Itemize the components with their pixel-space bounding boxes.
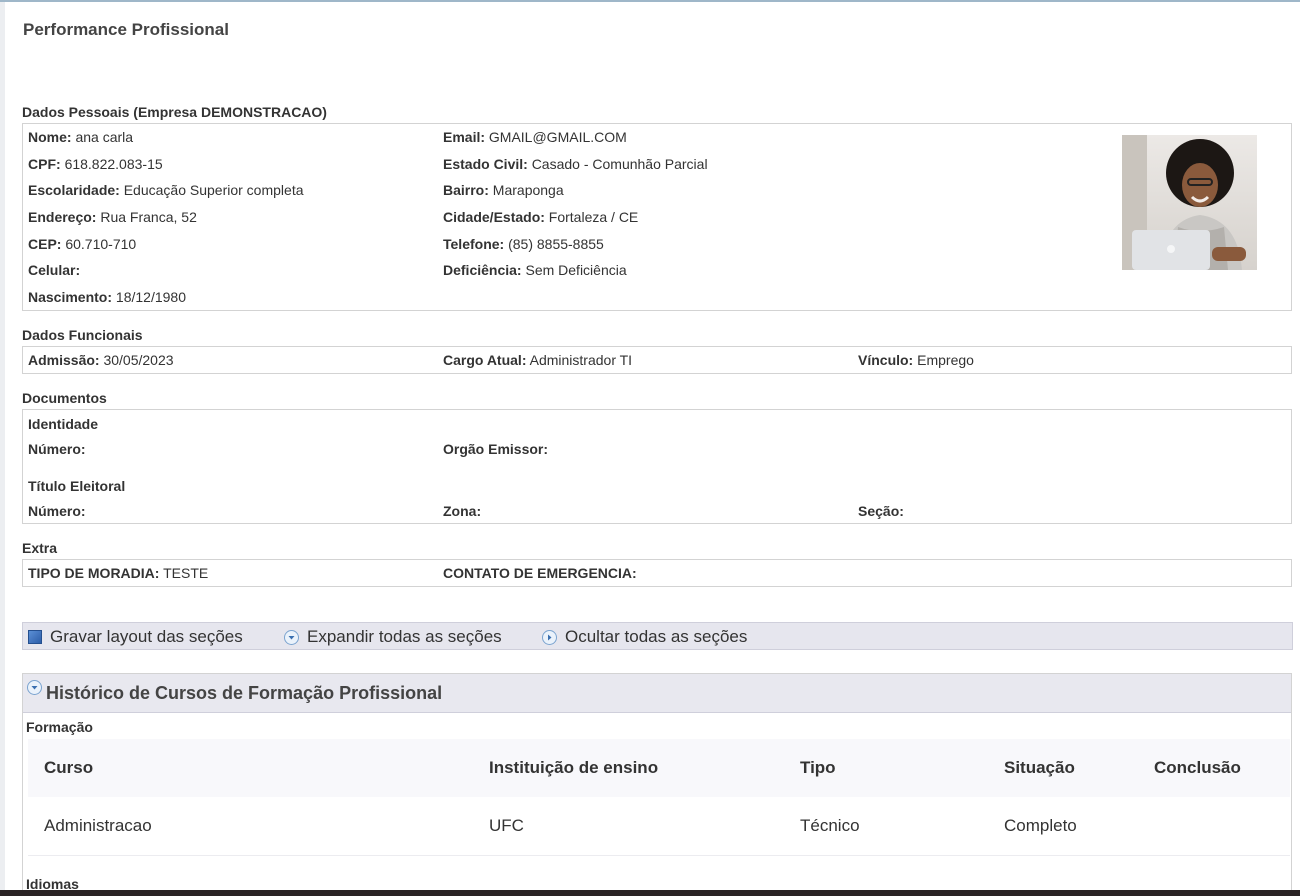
bottom-edge: [0, 890, 1300, 896]
field-contato-emergencia: CONTATO DE EMERGENCIA:: [443, 565, 637, 581]
formacao-label: Formação: [26, 719, 93, 735]
field-tipo-moradia: TIPO DE MORADIA: TESTE: [28, 565, 209, 581]
field-nome: Nome: ana carla: [28, 129, 134, 145]
expand-down-icon: [284, 629, 299, 645]
col-curso[interactable]: Curso: [44, 758, 93, 778]
cell-instituicao: UFC: [489, 816, 524, 835]
subhead-identidade: Identidade: [28, 416, 99, 432]
field-secao: Seção:: [858, 503, 904, 519]
table-row[interactable]: Administracao UFC Técnico Completo: [28, 797, 1290, 856]
field-bairro: Bairro: Maraponga: [443, 182, 564, 198]
historico-panel-header[interactable]: Histórico de Cursos de Formação Profissi…: [23, 674, 1291, 713]
field-vinculo: Vínculo: Emprego: [858, 352, 974, 368]
cell-situacao: Completo: [1004, 816, 1077, 835]
page-title: Performance Profissional: [23, 20, 229, 39]
cell-curso: Administracao: [44, 816, 152, 835]
extra-box: TIPO DE MORADIA: TESTE CONTATO DE EMERGE…: [22, 559, 1292, 587]
field-telefone: Telefone: (85) 8855-8855: [443, 236, 604, 252]
field-escolaridade: Escolaridade: Educação Superior completa: [28, 182, 304, 198]
field-email: Email: GMAIL@GMAIL.COM: [443, 129, 627, 145]
section-title-dados-pessoais: Dados Pessoais (Empresa DEMONSTRACAO): [22, 104, 327, 120]
left-edge: [0, 0, 5, 896]
field-deficiencia: Deficiência: Sem Deficiência: [443, 262, 627, 278]
field-cargo-atual: Cargo Atual: Administrador TI: [443, 352, 633, 368]
field-cep: CEP: 60.710-710: [28, 236, 137, 252]
profile-photo: [1122, 135, 1257, 270]
table-header: Curso Instituição de ensino Tipo Situaçã…: [28, 739, 1290, 797]
dados-pessoais-box: Nome: ana carla CPF: 618.822.083-15 Esco…: [22, 123, 1292, 311]
dados-funcionais-box: Admissão: 30/05/2023 Cargo Atual: Admini…: [22, 346, 1292, 374]
sections-toolbar: Gravar layout das seções Expandir todas …: [22, 622, 1293, 650]
field-estado-civil: Estado Civil: Casado - Comunhão Parcial: [443, 156, 708, 172]
field-orgao-emissor: Orgão Emissor:: [443, 441, 549, 457]
collapse-right-icon: [542, 629, 557, 645]
save-icon: [28, 630, 42, 644]
col-tipo[interactable]: Tipo: [800, 758, 836, 778]
col-conclusao[interactable]: Conclusão: [1154, 758, 1241, 778]
expand-all-button[interactable]: Expandir todas as seções: [284, 626, 502, 648]
col-instituicao[interactable]: Instituição de ensino: [489, 758, 658, 778]
collapse-toggle-icon[interactable]: [27, 680, 42, 695]
field-zona: Zona:: [443, 503, 482, 519]
field-nascimento: Nascimento: 18/12/1980: [28, 289, 186, 305]
field-endereco: Endereço: Rua Franca, 52: [28, 209, 197, 225]
field-cidade-estado: Cidade/Estado: Fortaleza / CE: [443, 209, 639, 225]
save-layout-button[interactable]: Gravar layout das seções: [28, 626, 243, 648]
col-situacao[interactable]: Situação: [1004, 758, 1075, 778]
field-titulo-numero: Número:: [28, 503, 86, 519]
historico-panel-title: Histórico de Cursos de Formação Profissi…: [46, 683, 443, 703]
documentos-box: Identidade Número: Orgão Emissor: Título…: [22, 409, 1292, 524]
hide-all-button[interactable]: Ocultar todas as seções: [542, 626, 747, 648]
subhead-titulo-eleitoral: Título Eleitoral: [28, 478, 126, 494]
top-border: [0, 0, 1300, 2]
field-cpf: CPF: 618.822.083-15: [28, 156, 163, 172]
field-identidade-numero: Número:: [28, 441, 86, 457]
field-celular: Celular:: [28, 262, 81, 278]
section-title-dados-funcionais: Dados Funcionais: [22, 327, 143, 343]
field-admissao: Admissão: 30/05/2023: [28, 352, 174, 368]
section-title-documentos: Documentos: [22, 390, 107, 406]
cell-tipo: Técnico: [800, 816, 860, 835]
historico-panel: Histórico de Cursos de Formação Profissi…: [22, 673, 1292, 896]
section-title-extra: Extra: [22, 540, 58, 556]
